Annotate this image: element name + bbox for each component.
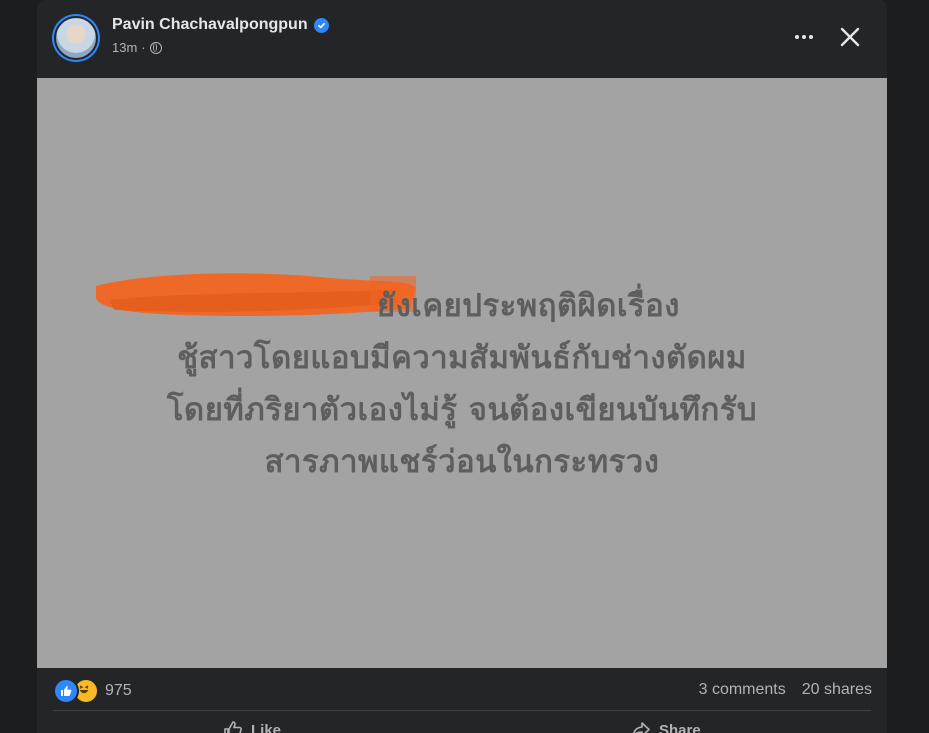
engagement-counts: 3 comments 20 shares [699,681,872,699]
image-text-line: โดยที่ภริยาตัวเองไม่รู้ จนต้องเขียนบันทึ… [166,392,758,428]
image-text-line: ยังเคยประพฤติผิดเรื่อง [377,288,680,324]
author-name-row: Pavin Chachavalpongpun [112,16,329,34]
like-button[interactable]: Like [223,720,281,733]
author-avatar[interactable] [52,14,100,62]
close-button[interactable] [835,22,865,52]
more-dot [802,35,806,39]
close-icon [840,27,860,47]
more-dot [809,35,813,39]
post-header: Pavin Chachavalpongpun 13m · [37,0,887,78]
meta-separator: · [141,40,146,55]
image-text-line: ชู้สาวโดยแอบมีความสัมพันธ์กับช่างตัดผม [177,340,747,376]
share-icon [633,722,650,733]
globe-icon[interactable] [149,41,162,54]
more-options-button[interactable] [789,22,819,52]
stats-divider [53,710,871,711]
post-actions: Like Share [37,712,887,733]
more-options-icon [795,35,799,39]
avatar-image [54,16,98,60]
image-text-line: สารภาพแชร์ว่อนในกระทรวง [264,444,660,480]
reaction-count: 975 [105,682,132,699]
post-dialog: Pavin Chachavalpongpun 13m · ยังเคยประพฤ… [37,0,887,733]
comments-count-link[interactable]: 3 comments [699,681,786,699]
post-timestamp[interactable]: 13m [112,40,137,55]
share-button[interactable]: Share [631,720,701,733]
shares-count-link[interactable]: 20 shares [802,681,872,699]
like-label: Like [251,721,282,733]
share-label: Share [659,721,701,733]
author-name[interactable]: Pavin Chachavalpongpun [112,16,308,34]
post-meta: 13m · [112,40,162,55]
like-icon [224,721,242,733]
post-stats: 975 3 comments 20 shares [37,668,887,712]
verified-badge-icon [313,17,329,33]
reactions-summary[interactable]: 975 [53,678,132,704]
image-text-block: ยังเคยประพฤติผิดเรื่อง ชู้สาวโดยแอบมีควา… [77,280,847,488]
like-reaction-icon [53,678,79,704]
post-image[interactable]: ยังเคยประพฤติผิดเรื่อง ชู้สาวโดยแอบมีควา… [37,78,887,668]
